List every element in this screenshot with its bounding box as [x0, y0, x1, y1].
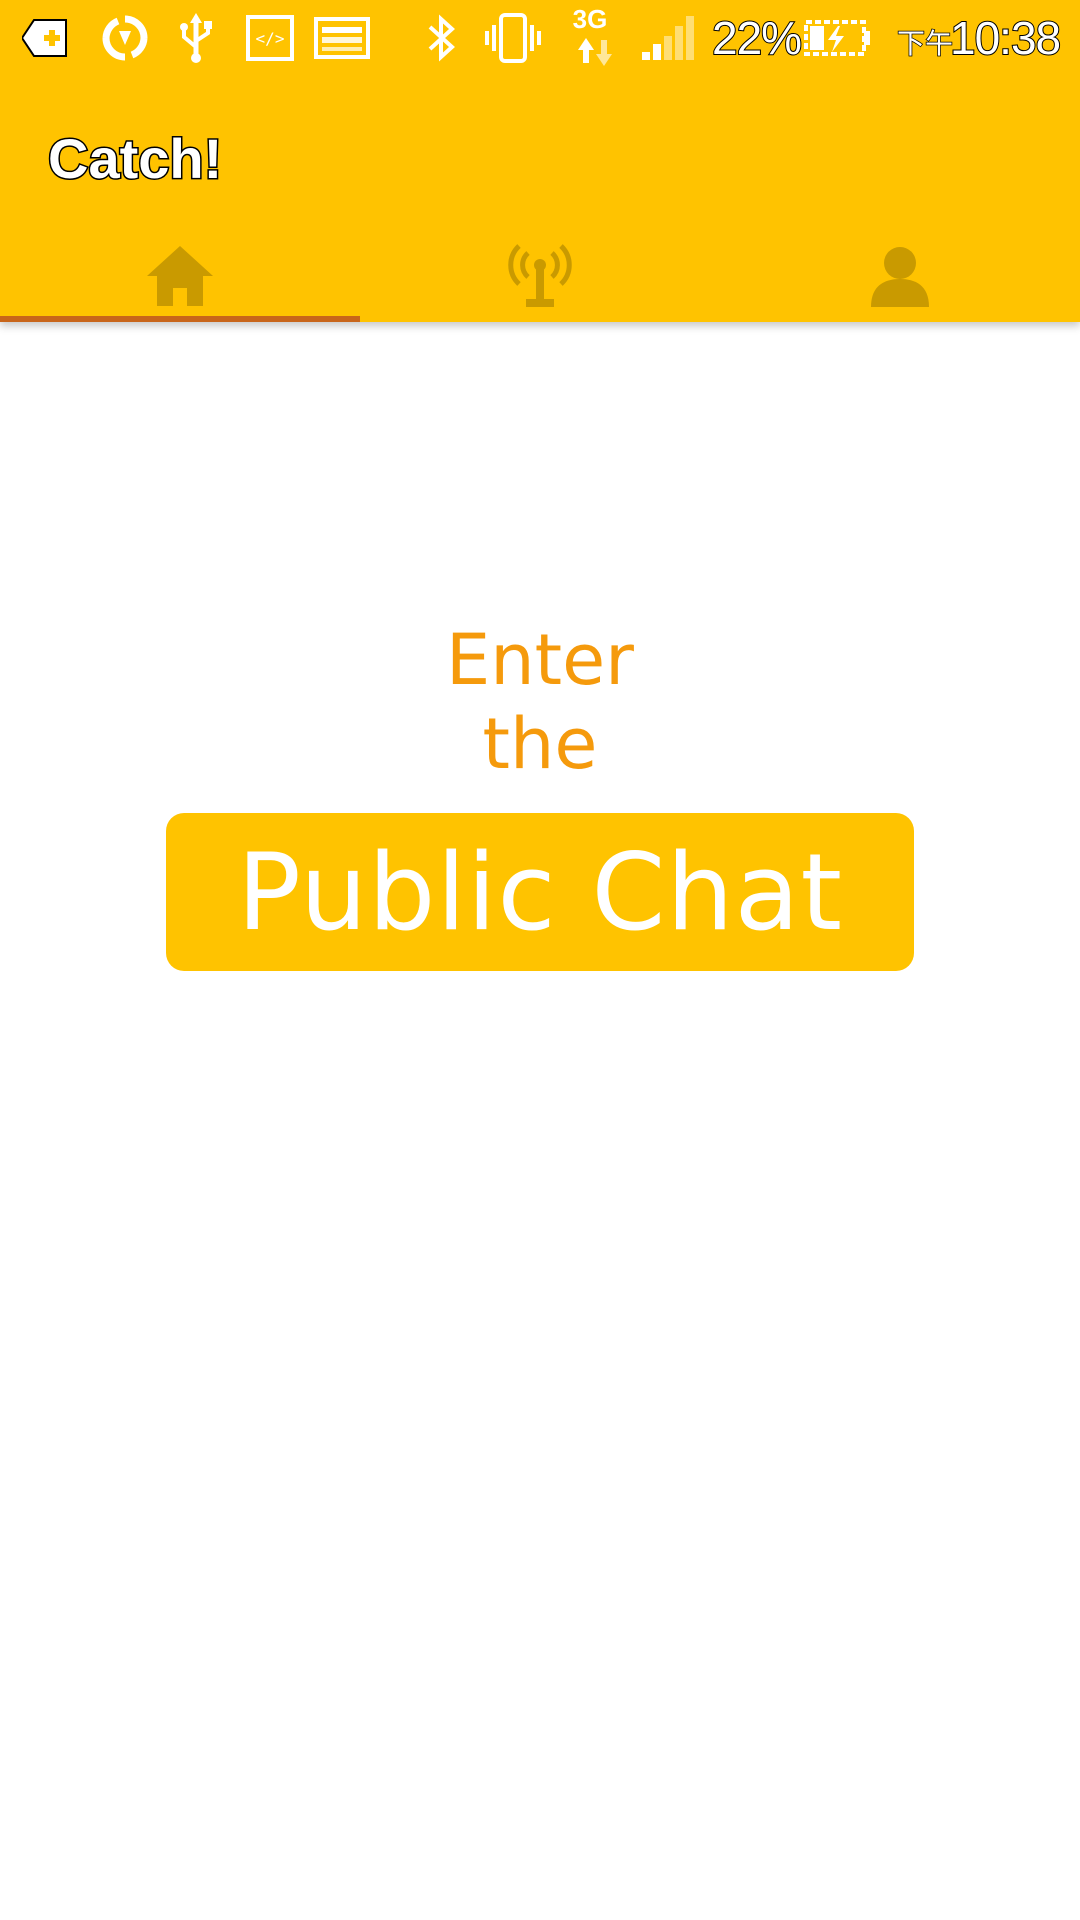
app-header: </> 3G 22% 下午 10:38 Catch!: [0, 0, 1080, 322]
tab-broadcast[interactable]: [360, 236, 720, 322]
notification-add-icon: [22, 10, 68, 66]
profile-icon: [871, 247, 929, 307]
battery-percent: 22%: [711, 11, 803, 65]
usb-icon: [176, 10, 216, 66]
svg-text:3G: 3G: [573, 4, 608, 34]
the-label: the: [482, 703, 598, 785]
tab-home[interactable]: [0, 236, 360, 322]
vibrate-icon: [484, 10, 542, 66]
battery-charging-icon: [804, 10, 872, 66]
time-prefix: 下午: [896, 26, 954, 61]
status-bar: </> 3G 22% 下午 10:38: [0, 0, 1080, 76]
developer-code-icon: </>: [246, 10, 294, 66]
sync-icon: [100, 10, 150, 66]
tab-profile[interactable]: [720, 236, 1080, 322]
app-screen: </> 3G 22% 下午 10:38 Catch! Enter the Pub…: [0, 0, 1080, 1920]
main-content: Enter the Public Chat: [0, 322, 1080, 1920]
clock-time: 10:38: [949, 11, 1062, 65]
home-icon: [147, 246, 213, 306]
app-title: Catch!: [46, 126, 223, 192]
tab-selected-indicator: [0, 316, 360, 322]
tab-bar: [0, 236, 1080, 322]
bluetooth-icon: [424, 10, 458, 66]
screenshot-icon: [314, 10, 370, 66]
signal-icon: [640, 10, 696, 66]
public-chat-button[interactable]: Public Chat: [166, 813, 914, 971]
enter-label: Enter: [446, 619, 634, 701]
broadcast-tower-icon: [508, 244, 572, 307]
svg-text:</>: </>: [256, 29, 285, 48]
network-3g-icon: 3G: [570, 4, 620, 68]
